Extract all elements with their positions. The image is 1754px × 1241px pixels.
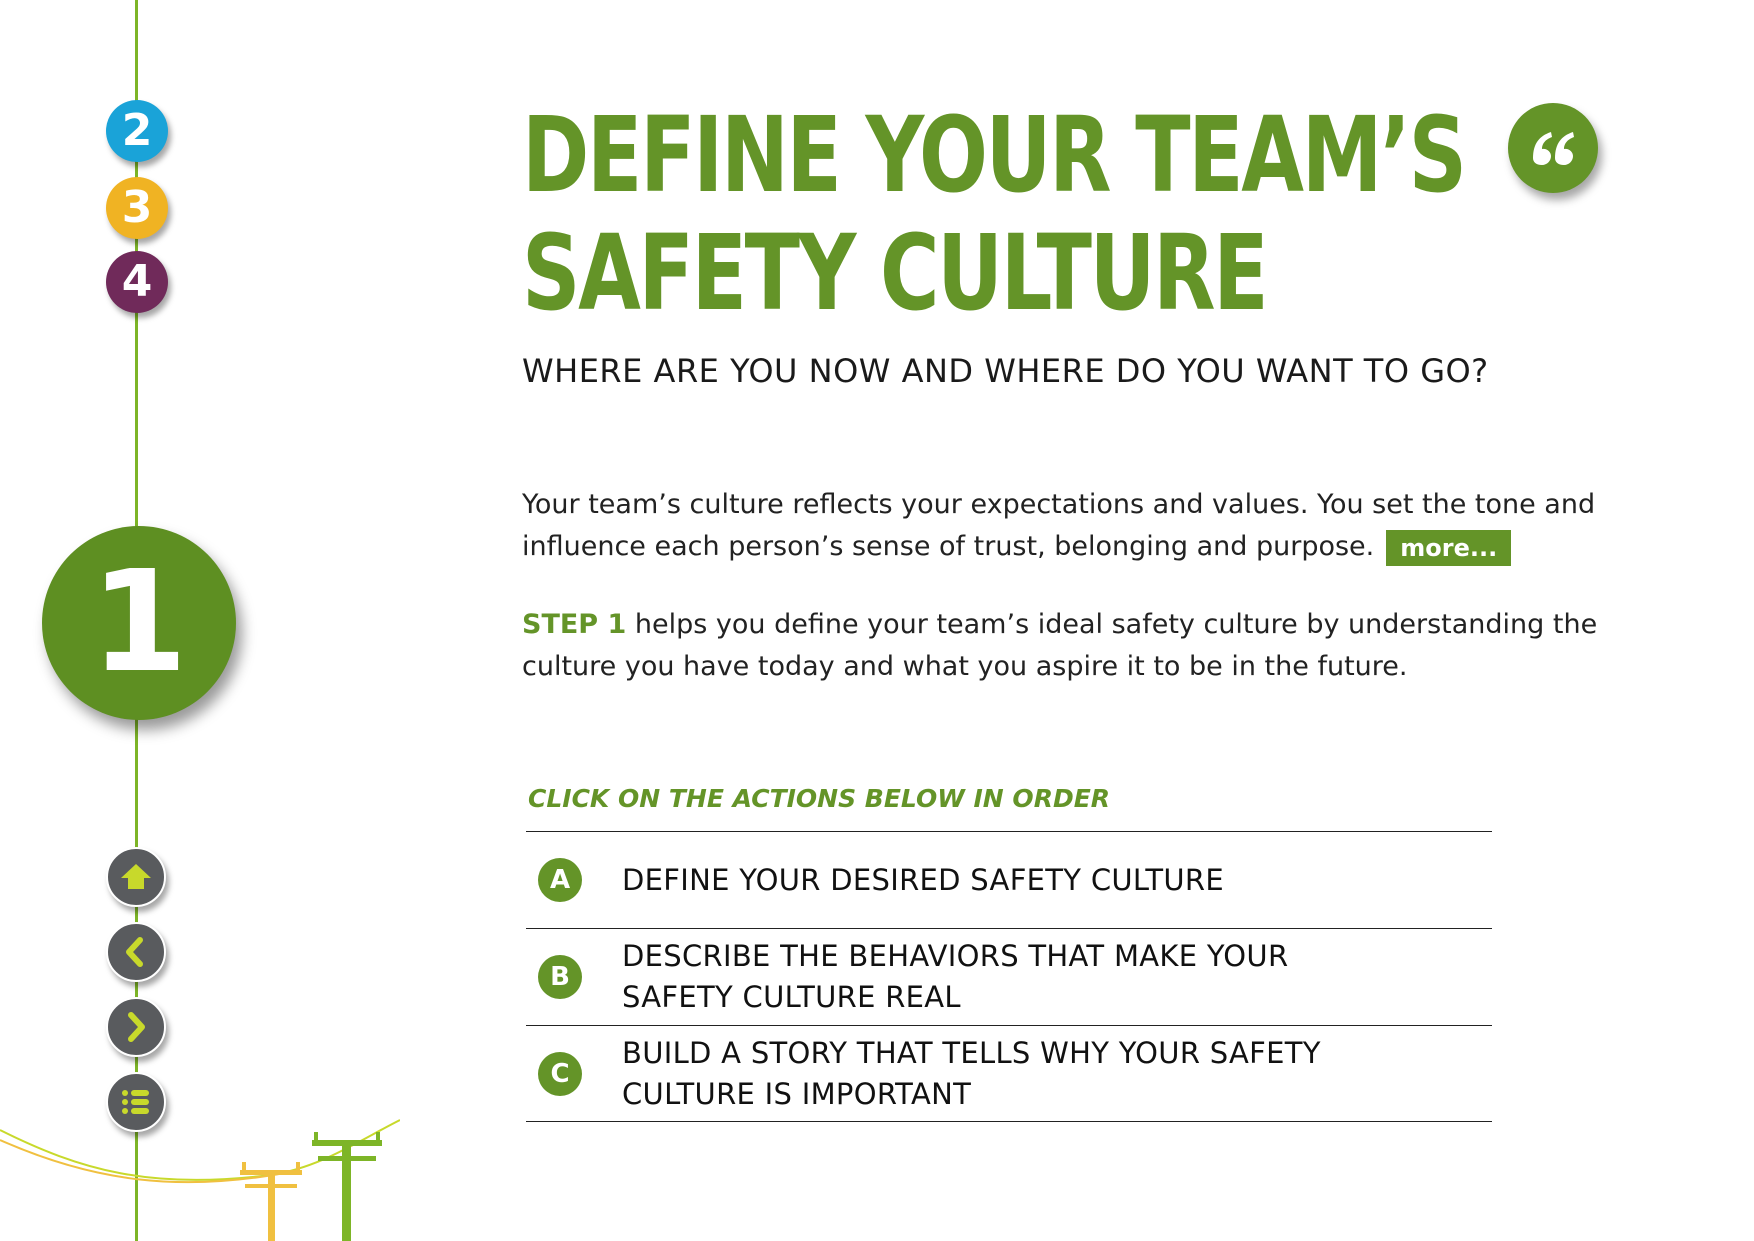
title-line-1: DEFINE YOUR TEAM’S bbox=[522, 94, 1467, 216]
actions-instruction: CLICK ON THE ACTIONS BELOW IN ORDER bbox=[528, 784, 1111, 813]
step-description: STEP 1 helps you define your team’s idea… bbox=[522, 604, 1622, 688]
page-subtitle: WHERE ARE YOU NOW AND WHERE DO YOU WANT … bbox=[522, 352, 1489, 390]
current-step-badge: 1 bbox=[42, 526, 236, 720]
page-title: DEFINE YOUR TEAM’S SAFETY CULTURE bbox=[522, 94, 1467, 334]
action-a[interactable]: A DEFINE YOUR DESIRED SAFETY CULTURE bbox=[526, 831, 1492, 928]
quote-icon bbox=[1533, 132, 1574, 165]
action-b-badge: B bbox=[538, 955, 582, 999]
step-description-text: helps you define your team’s ideal safet… bbox=[522, 609, 1598, 682]
next-page-button[interactable] bbox=[106, 997, 166, 1057]
action-c-label: BUILD A STORY THAT TELLS WHY YOUR SAFETY… bbox=[622, 1035, 1321, 1111]
action-b[interactable]: B DESCRIBE THE BEHAVIORS THAT MAKE YOUR … bbox=[526, 928, 1492, 1025]
action-c-badge: C bbox=[538, 1051, 582, 1096]
actions-list: A DEFINE YOUR DESIRED SAFETY CULTURE B D… bbox=[526, 831, 1492, 1122]
step-2-button[interactable]: 2 bbox=[106, 100, 168, 162]
next-icon bbox=[128, 1012, 145, 1042]
quote-button[interactable] bbox=[1508, 103, 1598, 193]
previous-page-button[interactable] bbox=[106, 922, 166, 982]
back-icon bbox=[126, 937, 143, 967]
title-line-2: SAFETY CULTURE bbox=[522, 212, 1269, 334]
action-a-label: DEFINE YOUR DESIRED SAFETY CULTURE bbox=[622, 862, 1224, 897]
action-b-label: DESCRIBE THE BEHAVIORS THAT MAKE YOUR SA… bbox=[622, 939, 1289, 1014]
more-button[interactable]: more... bbox=[1386, 529, 1512, 566]
action-a-badge: A bbox=[538, 858, 582, 902]
intro-paragraph: Your team’s culture reflects your expect… bbox=[522, 484, 1622, 568]
home-icon bbox=[121, 864, 151, 889]
step-label: STEP 1 bbox=[522, 609, 627, 640]
home-button[interactable] bbox=[106, 847, 166, 907]
power-lines-illustration bbox=[0, 1119, 400, 1241]
step-4-button[interactable]: 4 bbox=[106, 251, 168, 313]
step-3-button[interactable]: 3 bbox=[106, 177, 168, 239]
action-c[interactable]: C BUILD A STORY THAT TELLS WHY YOUR SAFE… bbox=[526, 1025, 1492, 1122]
